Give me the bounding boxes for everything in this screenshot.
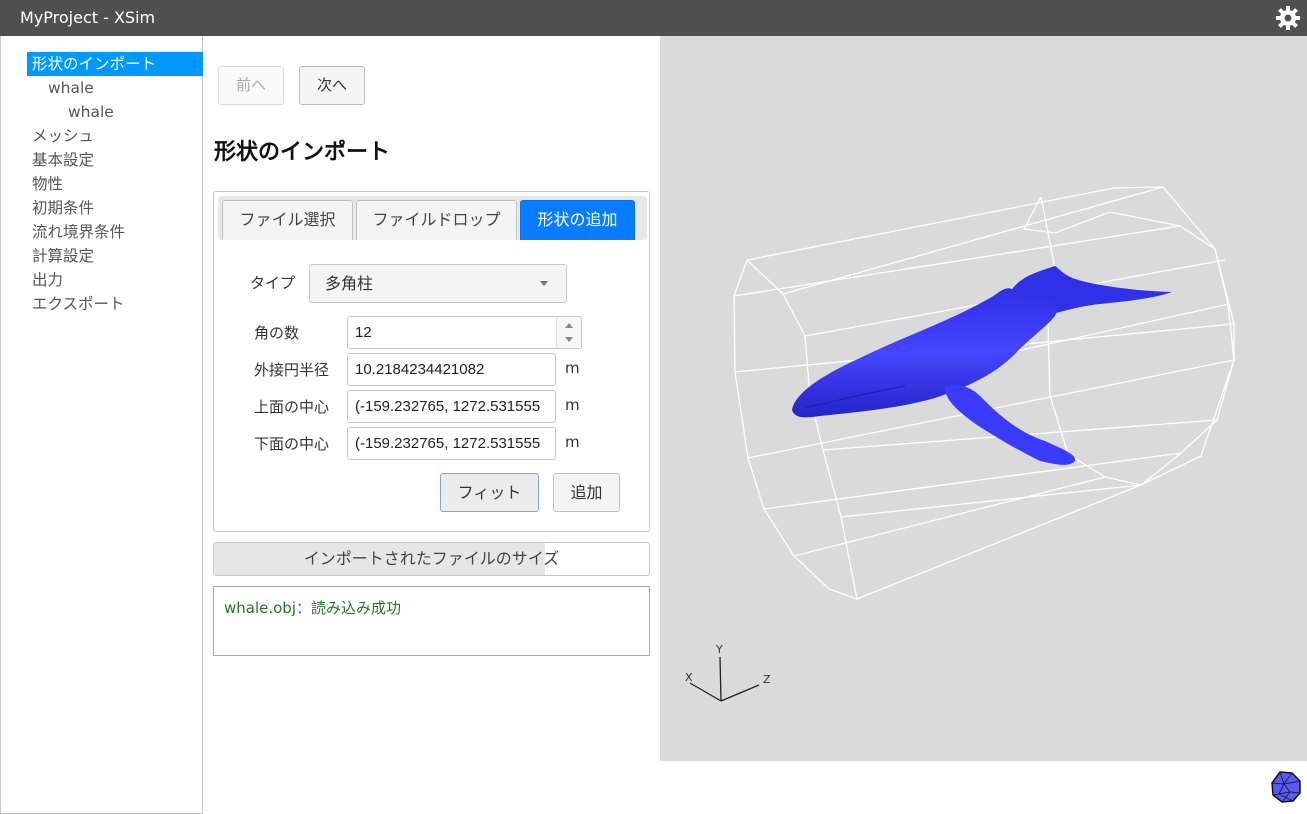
axes-indicator <box>689 656 760 702</box>
prev-button[interactable]: 前へ <box>218 66 284 105</box>
y-axis-line <box>719 656 722 702</box>
tab-bar: ファイル選択 ファイルドロップ 形状の追加 <box>218 196 647 240</box>
sidebar-item[interactable]: 計算設定 <box>1 244 202 268</box>
tab-file-select[interactable]: ファイル選択 <box>222 200 353 240</box>
stepper-up-icon[interactable] <box>565 323 573 328</box>
sidebar-nav: 形状のインポート whale whale メッシュ 基本設定 物性 初期条件 流れ境界条件 計算… <box>1 52 203 316</box>
whale-model[interactable] <box>792 266 1172 465</box>
prism-edge <box>840 484 1142 518</box>
top-center-input[interactable]: (-159.232765, 1272.531555 <box>347 390 556 423</box>
bottom-center-label: 下面の中心 <box>254 435 330 453</box>
z-axis-label: Z <box>763 673 771 686</box>
whale-flipper <box>945 385 1076 465</box>
next-button[interactable]: 次へ <box>299 66 365 105</box>
radius-label: 外接円半径 <box>254 361 330 379</box>
viewport-canvas[interactable]: Y X Z <box>660 36 1307 761</box>
file-size-progress: インポートされたファイルのサイズ <box>213 542 650 576</box>
radius-unit: m <box>565 359 580 377</box>
corners-label: 角の数 <box>254 324 300 342</box>
radius-input[interactable]: 10.2184234421082 <box>347 353 556 386</box>
chevron-down-icon <box>540 281 548 286</box>
page-title: 形状のインポート <box>214 140 391 165</box>
3d-viewport[interactable]: Y X Z <box>660 36 1307 761</box>
x-axis-label: X <box>685 671 693 684</box>
sidebar-item[interactable]: エクスポート <box>1 292 202 316</box>
prism-edge <box>856 484 1142 600</box>
sidebar-item[interactable]: 出力 <box>1 268 202 292</box>
sidebar-item[interactable]: 基本設定 <box>1 148 202 172</box>
prism-edge <box>782 186 1164 295</box>
corners-stepper[interactable] <box>556 316 582 349</box>
prism-far-outline <box>1113 186 1235 486</box>
top-center-unit: m <box>565 396 580 414</box>
sidebar-item[interactable]: 形状のインポート <box>27 52 203 76</box>
add-button[interactable]: 追加 <box>553 473 620 512</box>
stepper-down-icon[interactable] <box>565 337 573 342</box>
prism-edge <box>746 187 1115 261</box>
z-axis-line <box>720 684 760 702</box>
log-message: whale.obj：読み込み成功 <box>224 599 401 617</box>
shape-import-panel: ファイル選択 ファイルドロップ 形状の追加 タイプ 多角柱 角の数 12 外接円… <box>213 191 650 532</box>
file-size-label: インポートされたファイルのサイズ <box>303 549 560 568</box>
window-title: MyProject - XSim <box>20 8 156 27</box>
y-axis-label: Y <box>715 643 723 656</box>
sidebar-item[interactable]: 初期条件 <box>1 196 202 220</box>
sidebar: 形状のインポート whale whale メッシュ 基本設定 物性 初期条件 流れ境界条件 計算… <box>0 36 203 814</box>
fit-button[interactable]: フィット <box>440 473 539 512</box>
type-label: タイプ <box>250 274 296 292</box>
corners-input[interactable]: 12 <box>347 316 557 349</box>
bottom-center-input[interactable]: (-159.232765, 1272.531555 <box>347 427 556 460</box>
title-bar: MyProject - XSim <box>0 0 1307 36</box>
sidebar-item[interactable]: whale <box>1 100 202 124</box>
sidebar-item[interactable]: 流れ境界条件 <box>1 220 202 244</box>
tab-file-drop[interactable]: ファイルドロップ <box>356 200 517 240</box>
x-axis-line <box>689 682 722 702</box>
sidebar-item[interactable]: whale <box>1 76 202 100</box>
bottom-center-unit: m <box>565 433 580 451</box>
type-select[interactable]: 多角柱 <box>309 264 567 303</box>
sidebar-item[interactable]: メッシュ <box>1 124 202 148</box>
tab-add-shape[interactable]: 形状の追加 <box>520 200 635 240</box>
prism-edge <box>733 225 1181 297</box>
top-center-label: 上面の中心 <box>254 398 330 416</box>
gear-icon[interactable] <box>1275 5 1301 31</box>
import-log: whale.obj：読み込み成功 <box>213 586 650 656</box>
type-select-value: 多角柱 <box>325 274 374 293</box>
prism-near-cap <box>733 259 858 600</box>
view-cube-icon[interactable] <box>1270 770 1302 804</box>
sidebar-item[interactable]: 物性 <box>1 172 202 196</box>
whale-body <box>792 288 1057 418</box>
